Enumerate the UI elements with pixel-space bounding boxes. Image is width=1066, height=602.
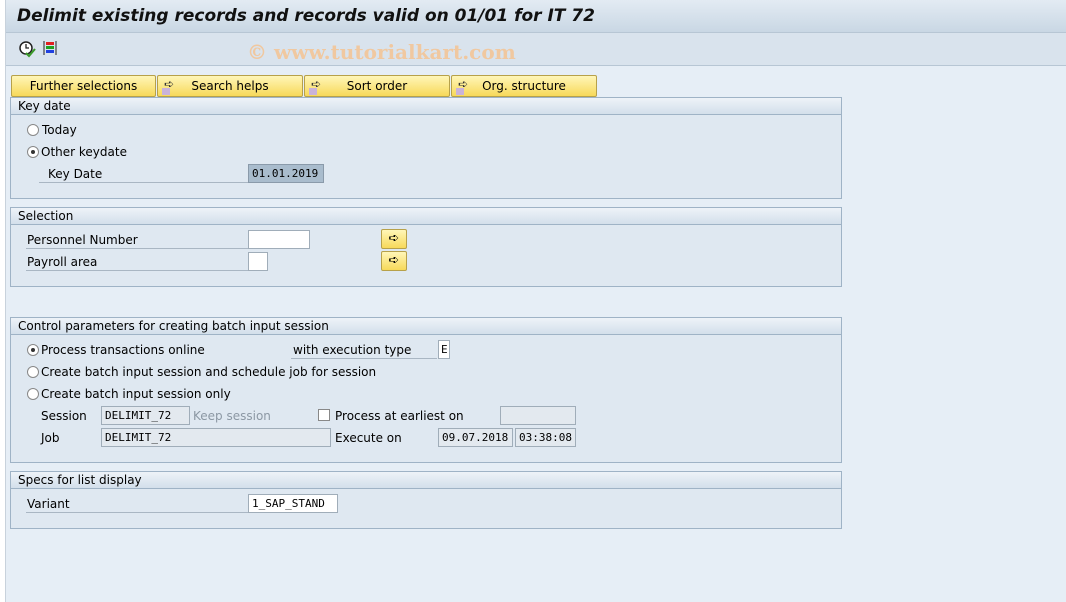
create-only-label: Create batch input session only bbox=[41, 387, 231, 401]
create-only-radio[interactable] bbox=[27, 388, 39, 400]
group-header: Specs for list display bbox=[11, 472, 841, 489]
execution-type-input[interactable]: E bbox=[438, 340, 450, 359]
sort-order-button[interactable]: ➪ Sort order bbox=[304, 75, 450, 97]
org-structure-label: Org. structure bbox=[482, 79, 566, 93]
selection-group: Selection Personnel Number ➪ Payroll are… bbox=[10, 207, 842, 287]
watermark: © www.tutorialkart.com bbox=[247, 40, 516, 64]
today-label: Today bbox=[42, 123, 77, 137]
process-earliest-checkbox[interactable] bbox=[318, 409, 330, 421]
execute-time-input[interactable]: 03:38:08 bbox=[515, 428, 576, 447]
control-parameters-group: Control parameters for creating batch in… bbox=[10, 317, 842, 463]
application-toolbar bbox=[6, 33, 1066, 66]
left-edge bbox=[0, 0, 6, 602]
personnel-number-label: Personnel Number bbox=[26, 232, 249, 249]
page-title: Delimit existing records and records val… bbox=[17, 6, 595, 26]
key-date-group: Key date Today Other keydate Key Date 01… bbox=[10, 97, 842, 199]
execute-on-label: Execute on bbox=[335, 431, 402, 445]
org-structure-button[interactable]: ➪ Org. structure bbox=[451, 75, 597, 97]
job-input[interactable]: DELIMIT_72 bbox=[101, 428, 331, 447]
group-header: Selection bbox=[11, 208, 841, 225]
variant-label: Variant bbox=[26, 496, 249, 513]
process-online-label: Process transactions online bbox=[41, 343, 205, 357]
keep-session-label: Keep session bbox=[193, 409, 271, 423]
other-keydate-label: Other keydate bbox=[41, 145, 127, 159]
process-earliest-label: Process at earliest on bbox=[335, 409, 464, 423]
sort-order-label: Sort order bbox=[346, 79, 408, 93]
search-helps-label: Search helps bbox=[191, 79, 269, 93]
execute-clock-icon[interactable] bbox=[18, 40, 36, 58]
other-keydate-radio[interactable] bbox=[27, 146, 39, 158]
create-and-schedule-radio[interactable] bbox=[27, 366, 39, 378]
variant-input[interactable]: 1_SAP_STAND bbox=[248, 494, 338, 513]
payroll-area-label: Payroll area bbox=[26, 254, 249, 271]
job-label: Job bbox=[41, 431, 60, 445]
create-and-schedule-label: Create batch input session and schedule … bbox=[41, 365, 377, 379]
specs-list-display-group: Specs for list display Variant 1_SAP_STA… bbox=[10, 471, 842, 529]
multiple-selection-button[interactable]: ➪ bbox=[381, 251, 407, 271]
execution-type-label: with execution type bbox=[291, 342, 437, 359]
selection-variant-icon[interactable] bbox=[42, 40, 58, 56]
execute-date-input[interactable]: 09.07.2018 bbox=[438, 428, 513, 447]
multiple-selection-button[interactable]: ➪ bbox=[381, 229, 407, 249]
group-header: Key date bbox=[11, 98, 841, 115]
search-helps-button[interactable]: ➪ Search helps bbox=[157, 75, 303, 97]
key-date-input[interactable]: 01.01.2019 bbox=[248, 164, 324, 183]
payroll-area-input[interactable] bbox=[248, 252, 268, 271]
group-header: Control parameters for creating batch in… bbox=[11, 318, 841, 335]
arrow-right-icon: ➪ bbox=[309, 77, 322, 95]
today-radio[interactable] bbox=[27, 124, 39, 136]
arrow-right-icon: ➪ bbox=[162, 77, 175, 95]
session-input[interactable]: DELIMIT_72 bbox=[101, 406, 190, 425]
arrow-right-icon: ➪ bbox=[456, 77, 469, 95]
further-selections-button[interactable]: Further selections bbox=[11, 75, 156, 97]
key-date-label: Key Date bbox=[39, 166, 249, 183]
process-online-radio[interactable] bbox=[27, 344, 39, 356]
process-earliest-input[interactable] bbox=[500, 406, 576, 425]
personnel-number-input[interactable] bbox=[248, 230, 310, 249]
session-label: Session bbox=[41, 409, 87, 423]
